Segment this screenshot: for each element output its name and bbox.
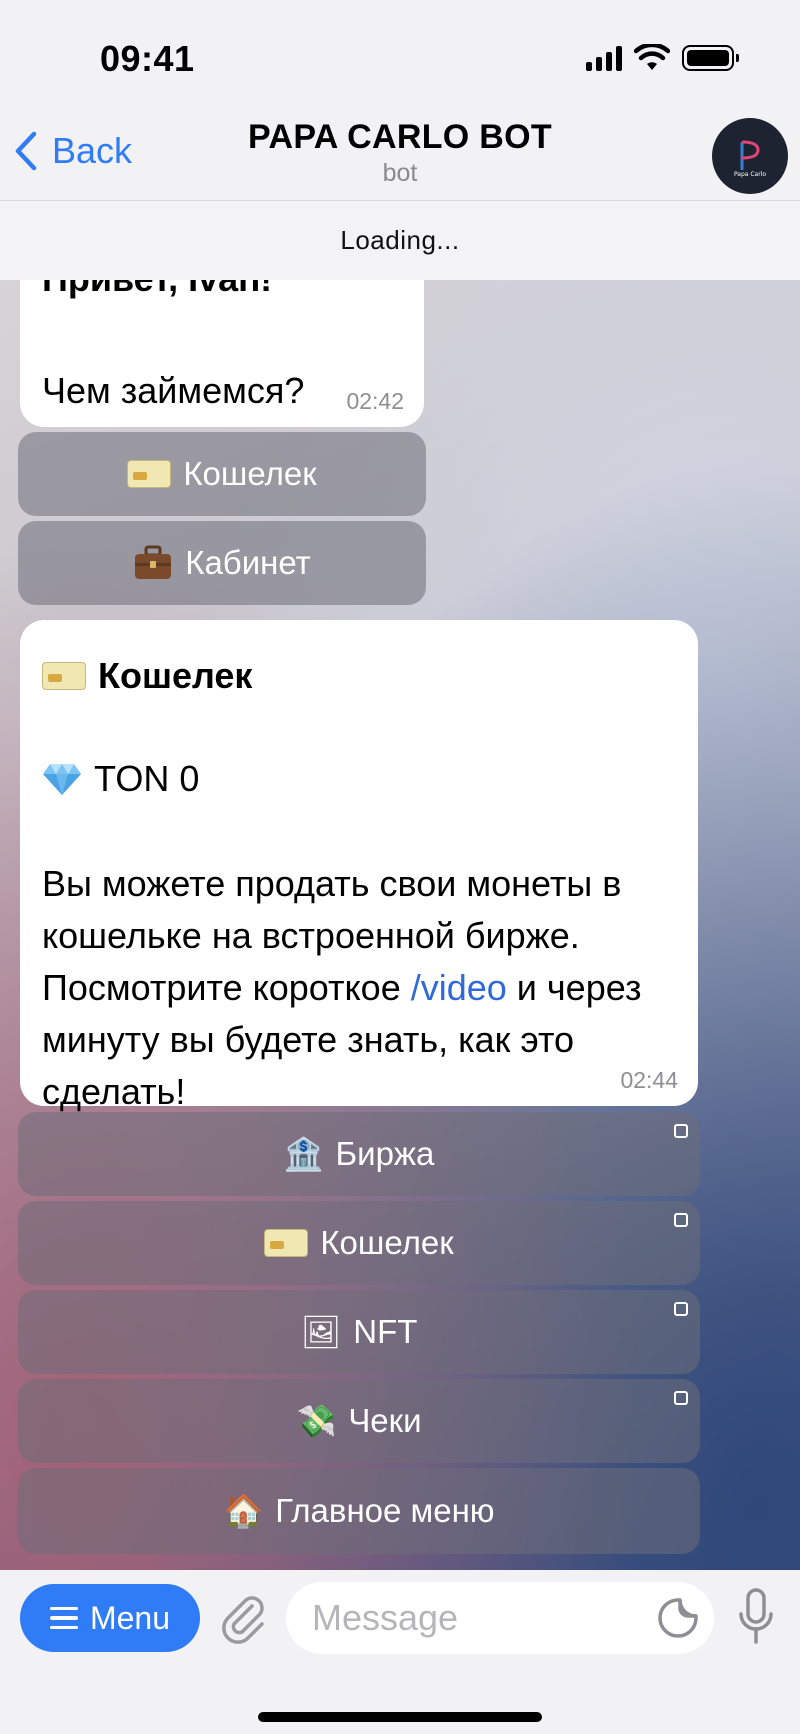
svg-text:Papa Carlo: Papa Carlo xyxy=(734,171,766,178)
inline-button-wallet[interactable]: Кошелек xyxy=(18,1201,700,1285)
papa-carlo-logo-icon: Papa Carlo xyxy=(734,140,766,178)
chat-title-block[interactable]: PAPA CARLO BOT bot xyxy=(0,118,800,188)
open-webapp-icon xyxy=(674,1302,688,1316)
message-input-bar: Menu xyxy=(0,1570,800,1734)
loading-status: Loading... xyxy=(0,200,800,280)
ton-balance: TON 0 xyxy=(42,753,199,805)
inline-button-cabinet[interactable]: Кабинет xyxy=(18,521,426,605)
message-bubble: Кошелек TON 0 Вы можете продать свои мон… xyxy=(20,620,698,1112)
bank-icon: 🏦 xyxy=(283,1136,324,1172)
open-webapp-icon xyxy=(674,1391,688,1405)
wifi-icon xyxy=(634,44,670,70)
picture-icon: 🖼 xyxy=(300,1314,342,1350)
message-text: Вы можете продать свои монеты в кошельке… xyxy=(42,858,682,1118)
message-time: 02:42 xyxy=(346,388,404,414)
message-text: Чем займемся? xyxy=(42,370,305,411)
hamburger-icon xyxy=(49,1606,78,1630)
status-time: 09:41 xyxy=(100,38,195,79)
sticker-icon[interactable] xyxy=(656,1596,700,1640)
bot-avatar[interactable]: Papa Carlo xyxy=(712,118,788,194)
menu-button[interactable]: Menu xyxy=(20,1584,200,1652)
inline-button-label: Чеки xyxy=(348,1402,422,1439)
money-wings-icon: 💸 xyxy=(296,1403,337,1439)
inline-button-label: Главное меню xyxy=(275,1492,495,1529)
open-webapp-icon xyxy=(674,1213,688,1227)
message-input[interactable] xyxy=(286,1582,714,1654)
chat-title: PAPA CARLO BOT xyxy=(248,118,552,156)
cellular-signal-icon xyxy=(586,45,622,71)
home-indicator xyxy=(258,1712,542,1722)
inline-button-label: Биржа xyxy=(335,1135,435,1172)
menu-label: Menu xyxy=(89,1599,171,1636)
inline-button-main-menu[interactable]: 🏠 Главное меню xyxy=(18,1468,700,1554)
status-icons xyxy=(586,44,739,72)
message-heading: Кошелек xyxy=(42,650,252,702)
open-webapp-icon xyxy=(674,1124,688,1138)
gem-icon xyxy=(43,764,81,795)
ton-balance-text: TON 0 xyxy=(94,758,200,799)
house-icon: 🏠 xyxy=(223,1493,264,1529)
credit-card-icon xyxy=(42,662,86,690)
inline-button-label: NFT xyxy=(353,1313,418,1350)
inline-button-label: Кабинет xyxy=(185,544,311,581)
inline-button-nft[interactable]: 🖼 NFT xyxy=(18,1290,700,1374)
message-time: 02:44 xyxy=(620,1067,678,1093)
microphone-icon[interactable] xyxy=(738,1588,774,1646)
loading-text: Loading... xyxy=(340,225,460,255)
inline-button-exchange[interactable]: 🏦 Биржа xyxy=(18,1112,700,1196)
video-command-link[interactable]: /video xyxy=(411,967,507,1008)
credit-card-icon xyxy=(264,1229,309,1257)
briefcase-icon xyxy=(135,545,172,579)
credit-card-icon xyxy=(127,460,172,488)
battery-icon xyxy=(682,45,739,71)
inline-button-label: Кошелек xyxy=(320,1224,454,1261)
chat-subtitle: bot xyxy=(382,159,418,187)
attach-icon[interactable] xyxy=(218,1592,270,1644)
message-heading-text: Кошелек xyxy=(98,655,253,696)
inline-button-checks[interactable]: 💸 Чеки xyxy=(18,1379,700,1463)
status-bar: 09:41 xyxy=(0,0,800,110)
inline-button-wallet[interactable]: Кошелек xyxy=(18,432,426,516)
chat-header: Back PAPA CARLO BOT bot Papa Carlo xyxy=(0,110,800,200)
inline-button-label: Кошелек xyxy=(183,455,317,492)
